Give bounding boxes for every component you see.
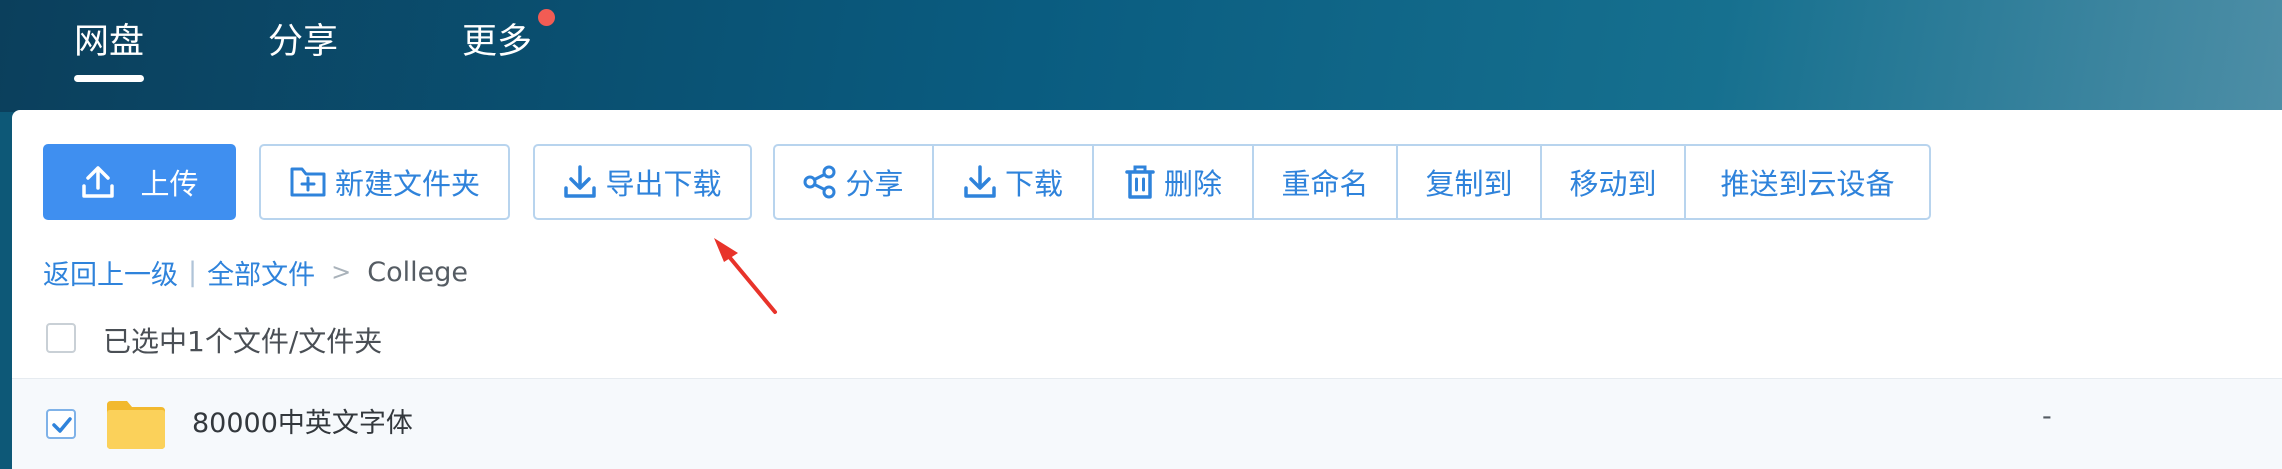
download-button[interactable]: 下载 [934, 146, 1094, 218]
copy-to-button[interactable]: 复制到 [1398, 146, 1542, 218]
upload-icon [80, 164, 116, 200]
selection-status-label: 已选中1个文件/文件夹 [103, 325, 383, 358]
table-row[interactable]: 80000中英文字体 - [12, 378, 2282, 469]
share-button[interactable]: 分享 [775, 146, 934, 218]
breadcrumb-current: College [367, 256, 468, 288]
breadcrumb-separator: | [188, 256, 198, 288]
move-to-label: 移动到 [1569, 167, 1657, 201]
download-label: 下载 [1004, 167, 1063, 201]
row-checkbox[interactable] [46, 409, 76, 439]
breadcrumb-back-link[interactable]: 返回上一级 [43, 253, 178, 292]
main-panel: 上传 新建文件夹 导出下载 分享 下载 删除 重命名 复制到 移动到 推送到云设… [12, 110, 2282, 469]
trash-icon [1124, 164, 1156, 200]
new-folder-icon [289, 165, 327, 199]
push-to-cloud-device-label: 推送到云设备 [1720, 167, 1895, 201]
notification-dot [538, 9, 555, 26]
download-icon [963, 164, 997, 200]
file-actions-group: 分享 下载 删除 重命名 复制到 移动到 推送到云设备 [773, 144, 1931, 220]
export-download-button[interactable]: 导出下载 [533, 144, 752, 220]
rename-label: 重命名 [1281, 167, 1369, 201]
push-to-cloud-device-button[interactable]: 推送到云设备 [1686, 146, 1929, 218]
new-folder-label: 新建文件夹 [334, 167, 480, 201]
top-nav-bar: 网盘 分享 更多 [0, 0, 2282, 112]
breadcrumb-arrow: > [331, 258, 352, 286]
new-folder-button[interactable]: 新建文件夹 [259, 144, 510, 220]
file-size: - [2042, 401, 2052, 432]
delete-button[interactable]: 删除 [1094, 146, 1254, 218]
breadcrumb: 返回上一级 | 全部文件 > College [43, 250, 468, 294]
select-all-checkbox[interactable] [46, 323, 76, 353]
tab-share[interactable]: 分享 [268, 18, 338, 66]
rename-button[interactable]: 重命名 [1254, 146, 1398, 218]
tab-netdisk[interactable]: 网盘 [74, 18, 145, 82]
file-name[interactable]: 80000中英文字体 [192, 401, 413, 440]
share-label: 分享 [845, 167, 904, 201]
export-download-label: 导出下载 [605, 167, 722, 201]
folder-icon [105, 399, 167, 451]
breadcrumb-all-files-link[interactable]: 全部文件 [207, 253, 315, 292]
download-icon [563, 164, 597, 200]
checkmark-icon [52, 417, 72, 433]
upload-button[interactable]: 上传 [43, 144, 236, 220]
move-to-button[interactable]: 移动到 [1542, 146, 1686, 218]
upload-label: 上传 [140, 167, 199, 201]
copy-to-label: 复制到 [1425, 167, 1513, 201]
tab-more[interactable]: 更多 [462, 18, 532, 66]
delete-label: 删除 [1163, 167, 1222, 201]
share-icon [803, 165, 837, 199]
